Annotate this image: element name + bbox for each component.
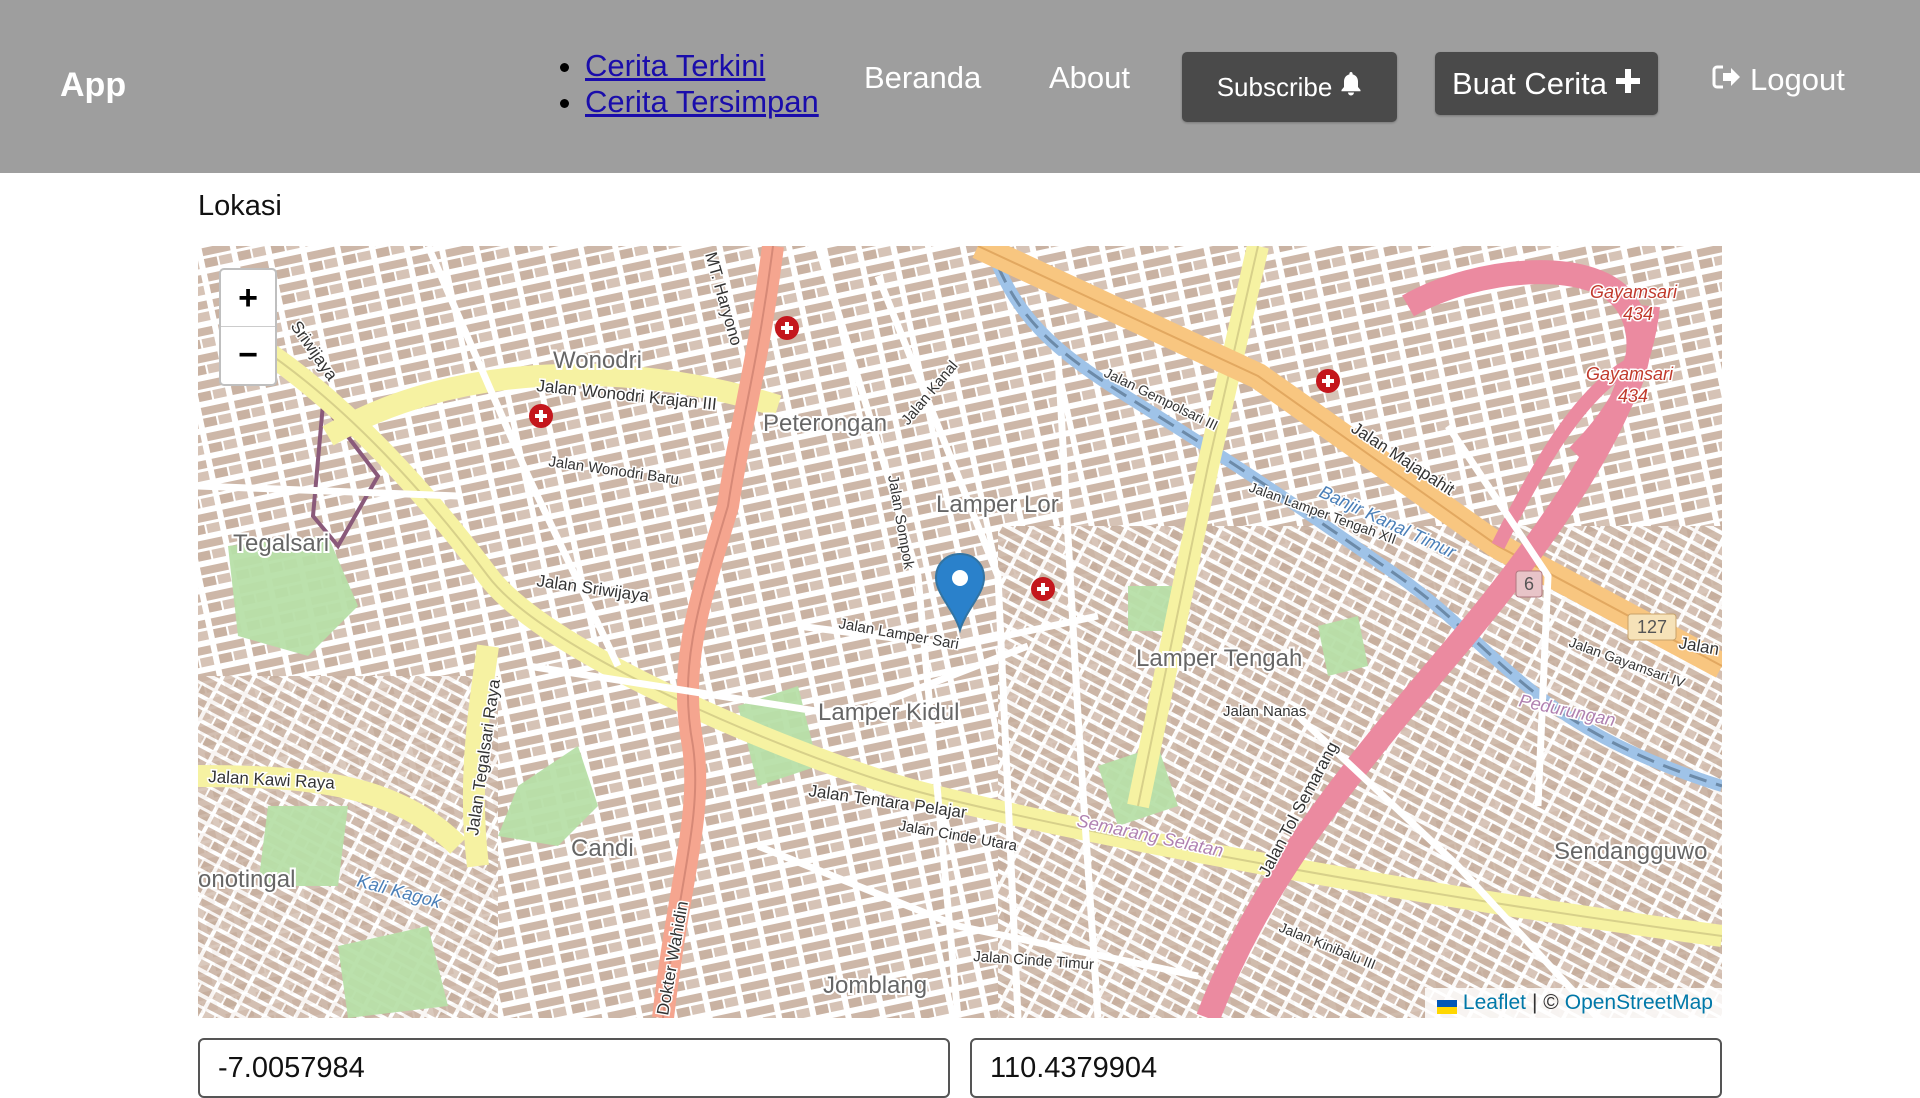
zoom-in-button[interactable]: +: [221, 270, 275, 327]
route-shield-label: 127: [1637, 617, 1667, 637]
place-label: Lamper Tengah: [1136, 645, 1302, 672]
map-attribution: Leaflet | © OpenStreetMap: [1424, 988, 1722, 1018]
place-label: 434: [1623, 304, 1653, 324]
logout-link[interactable]: Logout: [1712, 62, 1845, 98]
place-label: Jomblang: [823, 972, 927, 999]
place-label: Lamper Lor: [936, 491, 1059, 518]
place-label: Wonodri: [553, 347, 642, 374]
openstreetmap-link[interactable]: OpenStreetMap: [1565, 991, 1713, 1015]
create-story-button[interactable]: Buat Cerita: [1435, 52, 1658, 115]
place-label: Tegalsari: [233, 530, 329, 557]
route-shield-label: 6: [1524, 574, 1534, 594]
place-label: Gayamsari: [1586, 364, 1674, 384]
place-label: Peterongan: [763, 410, 887, 437]
place-label: Lamper Kidul: [818, 699, 959, 726]
about-link[interactable]: About: [1049, 60, 1130, 96]
bell-icon: [1340, 71, 1362, 104]
hospital-icon: [1316, 369, 1340, 393]
create-story-label: Buat Cerita: [1451, 65, 1608, 101]
ukraine-flag-icon: [1436, 996, 1457, 1014]
saved-stories-link[interactable]: Cerita Tersimpan: [585, 84, 819, 119]
attribution-separator: | ©: [1531, 991, 1559, 1014]
latitude-input[interactable]: [198, 1038, 950, 1098]
place-label: Candi: [571, 835, 634, 862]
sign-out-icon: [1712, 62, 1742, 98]
street-label: Jalan Nanas: [1223, 703, 1306, 720]
subscribe-button[interactable]: Subscribe: [1182, 52, 1397, 122]
place-label: Sendangguwo: [1554, 838, 1707, 865]
latest-stories-link[interactable]: Cerita Terkini: [585, 48, 765, 83]
hospital-icon: [1031, 577, 1055, 601]
hospital-icon: [529, 404, 553, 428]
leaflet-link[interactable]: Leaflet: [1463, 991, 1526, 1015]
story-menu-item: Cerita Tersimpan: [585, 84, 819, 120]
plus-icon: [1615, 66, 1641, 102]
map-tiles[interactable]: 6 127 Wonodri Peterongan Lamper Lor Tega…: [198, 246, 1722, 1018]
zoom-out-button[interactable]: −: [221, 327, 275, 383]
place-label: onotingal: [198, 866, 295, 893]
brand-title[interactable]: App: [60, 66, 126, 105]
zoom-control: + −: [219, 268, 277, 386]
story-menu-item: Cerita Terkini: [585, 48, 819, 84]
hospital-icon: [775, 316, 799, 340]
home-link[interactable]: Beranda: [864, 60, 981, 96]
app-header: App Cerita Terkini Cerita Tersimpan Bera…: [0, 0, 1920, 173]
logout-label: Logout: [1750, 62, 1845, 97]
place-label: 434: [1618, 386, 1648, 406]
longitude-input[interactable]: [970, 1038, 1722, 1098]
place-label: Gayamsari: [1590, 282, 1678, 302]
location-label: Lokasi: [198, 190, 282, 222]
location-map[interactable]: 6 127 Wonodri Peterongan Lamper Lor Tega…: [198, 246, 1722, 1018]
subscribe-label: Subscribe: [1216, 71, 1333, 102]
story-menu: Cerita Terkini Cerita Tersimpan: [555, 48, 819, 120]
